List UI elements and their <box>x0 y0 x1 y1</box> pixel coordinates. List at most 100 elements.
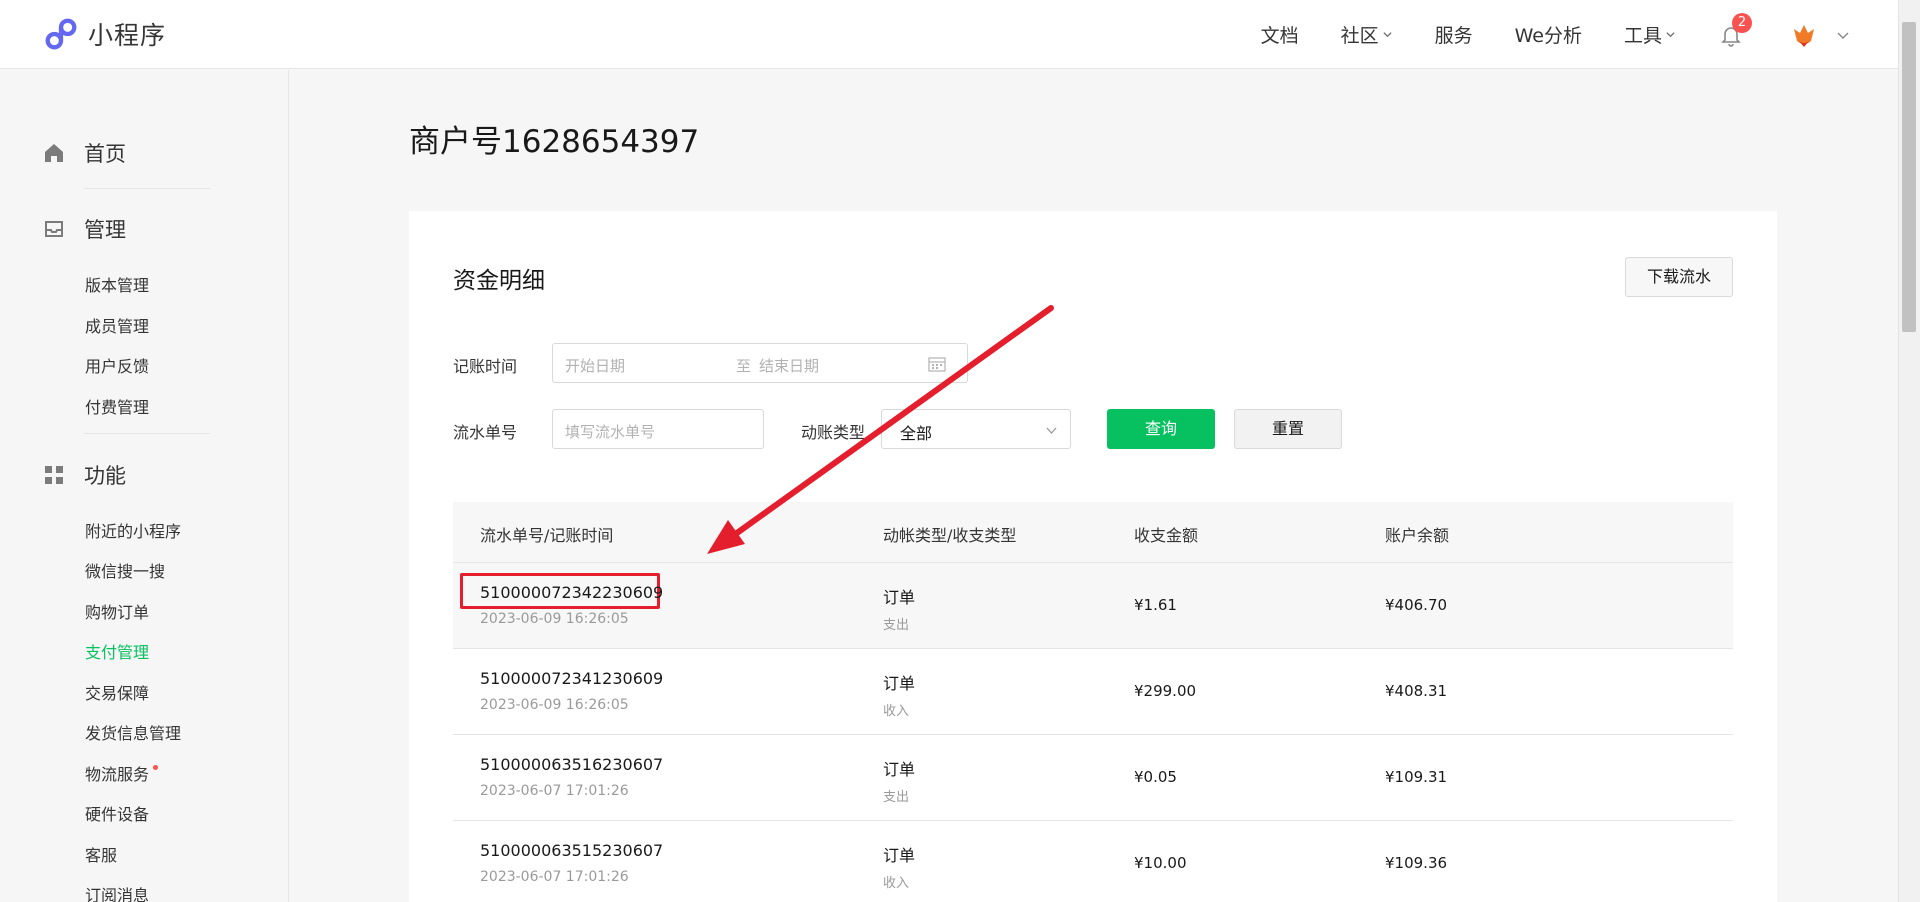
table-header: 流水单号/记账时间 动帐类型/收支类型 收支金额 账户余额 <box>453 502 1733 563</box>
sidebar-item-customer-service[interactable]: 客服 <box>85 842 117 866</box>
fox-avatar-icon <box>1794 24 1814 47</box>
transaction-type: 订单 <box>883 674 916 693</box>
serial-number-input[interactable]: 填写流水单号 <box>552 409 764 449</box>
sidebar-item-shipping-info[interactable]: 发货信息管理 <box>85 720 181 744</box>
nav-community-label: 社区 <box>1340 25 1379 47</box>
grid-icon <box>45 466 63 484</box>
sidebar-divider <box>84 188 210 189</box>
nav-tools[interactable]: 工具 <box>1624 21 1676 48</box>
sidebar-manage-label: 管理 <box>84 218 126 242</box>
transactions-table: 流水单号/记账时间 动帐类型/收支类型 收支金额 账户余额 5100000723… <box>453 502 1733 902</box>
date-separator: 至 <box>736 357 752 375</box>
direction: 收入 <box>883 876 910 891</box>
record-time: 2023-06-09 16:26:05 <box>480 697 629 713</box>
balance: ¥109.31 <box>1385 768 1448 786</box>
start-date-input[interactable]: 开始日期 <box>565 355 625 376</box>
record-time: 2023-06-07 17:01:26 <box>480 869 629 885</box>
nav-we-analysis-label: We分析 <box>1514 25 1582 47</box>
transaction-type-value: 全部 <box>900 424 933 443</box>
download-statement-button[interactable]: 下载流水 <box>1625 257 1733 297</box>
sidebar-item-nearby[interactable]: 附近的小程序 <box>85 518 181 542</box>
serial-number: 510000063515230607 <box>480 841 664 860</box>
sidebar-item-logistics[interactable]: 物流服务 <box>85 761 159 785</box>
serial-label: 流水单号 <box>453 423 518 442</box>
logo[interactable]: 小程序 <box>42 15 166 53</box>
column-header: 收支金额 <box>1134 526 1199 545</box>
notification-button[interactable]: 2 <box>1718 12 1752 48</box>
nav-tools-label: 工具 <box>1623 25 1662 47</box>
direction: 支出 <box>883 618 910 633</box>
table-row[interactable]: 510000072341230609 2023-06-09 16:26:05 订… <box>453 649 1733 735</box>
sidebar-item-wechat-search[interactable]: 微信搜一搜 <box>85 558 165 582</box>
sidebar-group-features[interactable]: 功能 <box>42 460 126 490</box>
sidebar-logistics-label: 物流服务 <box>85 765 150 784</box>
query-button[interactable]: 查询 <box>1107 409 1215 449</box>
chevron-down-icon[interactable] <box>1836 28 1850 42</box>
column-header: 流水单号/记账时间 <box>480 526 614 545</box>
column-header: 动帐类型/收支类型 <box>883 526 1017 545</box>
sidebar: 首页 管理 版本管理 成员管理 用户反馈 付费管理 功能 附近的小程序 微信搜一… <box>0 70 289 902</box>
chevron-down-icon <box>1383 32 1392 38</box>
table-row[interactable]: 510000072342230609 2023-06-09 16:26:05 订… <box>453 563 1733 649</box>
amount: ¥299.00 <box>1134 682 1197 700</box>
nav-docs[interactable]: 文档 <box>1261 21 1299 48</box>
sidebar-item-member-management[interactable]: 成员管理 <box>85 313 149 337</box>
transaction-type: 订单 <box>883 588 916 607</box>
sidebar-item-shopping-orders[interactable]: 购物订单 <box>85 599 149 623</box>
type-label: 动账类型 <box>801 423 866 442</box>
transaction-type-select[interactable]: 全部 <box>881 409 1071 449</box>
nav-we-analysis[interactable]: We分析 <box>1515 21 1582 48</box>
app-title: 小程序 <box>88 21 167 50</box>
sidebar-item-version-management[interactable]: 版本管理 <box>85 272 149 296</box>
sidebar-item-home[interactable]: 首页 <box>42 138 126 168</box>
date-label: 记账时间 <box>453 357 518 376</box>
new-dot <box>153 765 159 770</box>
inbox-icon <box>45 221 63 237</box>
amount: ¥1.61 <box>1134 596 1177 614</box>
sidebar-group-manage[interactable]: 管理 <box>42 214 126 244</box>
page-title: 商户号1628654397 <box>409 124 700 160</box>
column-header: 账户余额 <box>1385 526 1450 545</box>
nav-services[interactable]: 服务 <box>1435 21 1473 48</box>
sidebar-item-subscription[interactable]: 订阅消息 <box>85 882 149 902</box>
nav-services-label: 服务 <box>1434 25 1473 47</box>
sidebar-item-trade-guarantee[interactable]: 交易保障 <box>85 680 149 704</box>
sidebar-item-user-feedback[interactable]: 用户反馈 <box>85 353 149 377</box>
serial-number: 510000072342230609 <box>480 583 664 602</box>
sidebar-item-paid-management[interactable]: 付费管理 <box>85 394 149 418</box>
balance: ¥406.70 <box>1385 596 1448 614</box>
sidebar-item-hardware[interactable]: 硬件设备 <box>85 801 149 825</box>
sidebar-features-label: 功能 <box>84 464 126 488</box>
table-row[interactable]: 510000063515230607 2023-06-07 17:01:26 订… <box>453 821 1733 902</box>
amount: ¥0.05 <box>1134 768 1177 786</box>
direction: 收入 <box>883 704 910 719</box>
amount: ¥10.00 <box>1134 854 1187 872</box>
home-icon <box>45 144 63 162</box>
table-row[interactable]: 510000063516230607 2023-06-07 17:01:26 订… <box>453 735 1733 821</box>
nav-docs-label: 文档 <box>1260 25 1299 47</box>
scrollbar-thumb[interactable] <box>1902 22 1916 332</box>
balance: ¥109.36 <box>1385 854 1448 872</box>
sidebar-home-label: 首页 <box>84 142 126 166</box>
chevron-down-icon <box>1666 32 1675 38</box>
date-range-picker[interactable]: 开始日期 至 结束日期 <box>552 343 968 383</box>
direction: 支出 <box>883 790 910 805</box>
record-time: 2023-06-09 16:26:05 <box>480 611 629 627</box>
card-title: 资金明细 <box>453 268 545 294</box>
top-nav: 文档 社区 服务 We分析 工具 2 <box>1261 0 1898 69</box>
reset-button[interactable]: 重置 <box>1234 409 1342 449</box>
chevron-down-icon <box>1046 427 1057 434</box>
balance: ¥408.31 <box>1385 682 1448 700</box>
fund-details-card: 资金明细 下载流水 记账时间 开始日期 至 结束日期 流水单号 填写流水单号 动… <box>409 211 1777 902</box>
nav-community[interactable]: 社区 <box>1341 21 1393 48</box>
serial-number: 510000072341230609 <box>480 669 664 688</box>
avatar[interactable] <box>1786 16 1822 53</box>
serial-number: 510000063516230607 <box>480 755 664 774</box>
end-date-input[interactable]: 结束日期 <box>759 355 819 376</box>
scrollbar[interactable] <box>1898 0 1920 902</box>
sidebar-item-payment-management[interactable]: 支付管理 <box>85 639 149 663</box>
top-bar: 小程序 文档 社区 服务 We分析 工具 2 <box>0 0 1898 69</box>
transaction-type: 订单 <box>883 760 916 779</box>
transaction-type: 订单 <box>883 846 916 865</box>
record-time: 2023-06-07 17:01:26 <box>480 783 629 799</box>
